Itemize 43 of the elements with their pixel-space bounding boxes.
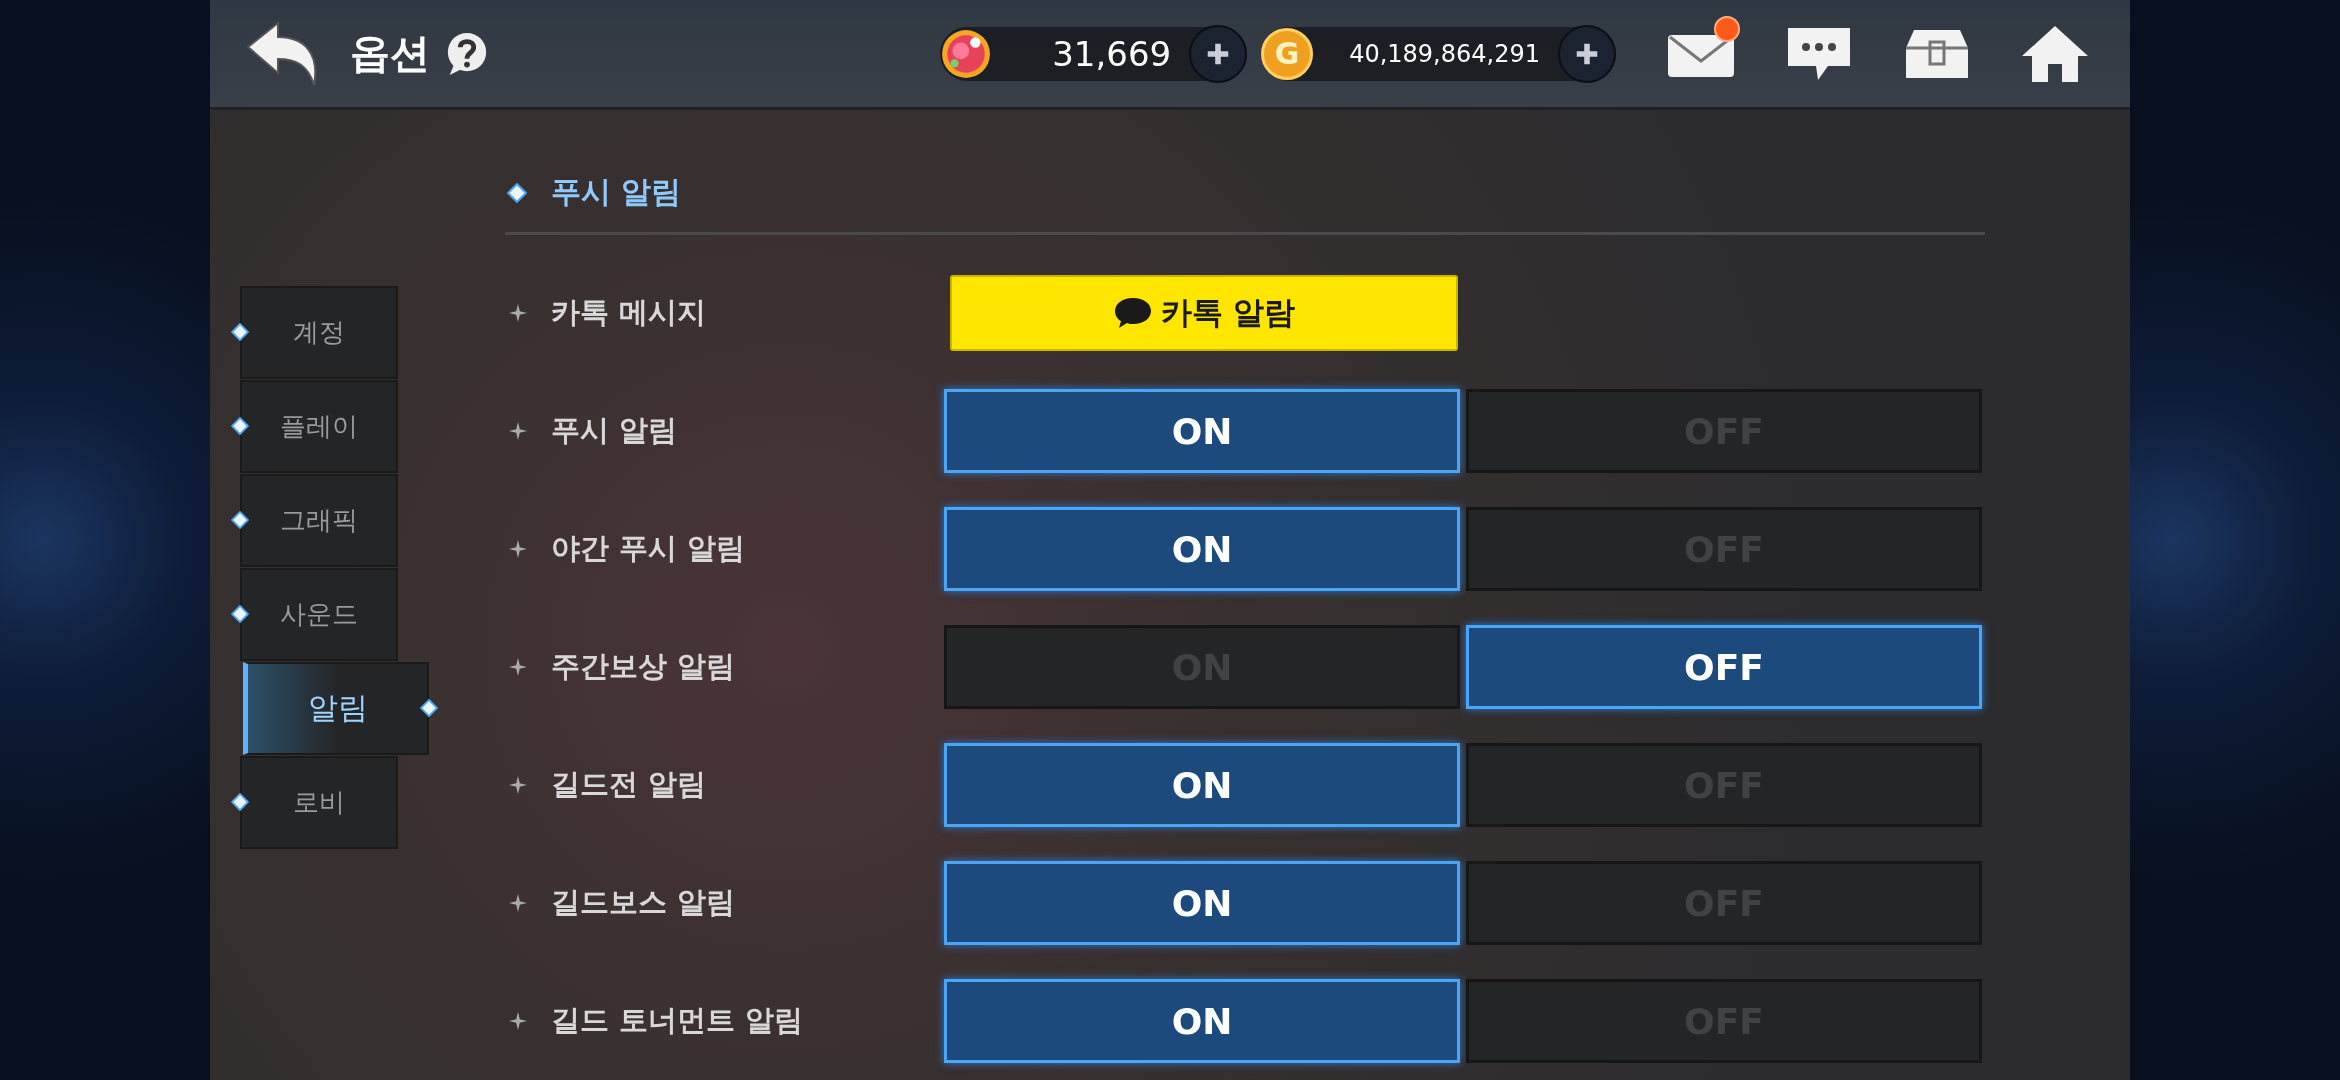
setting-label: 주간보상 알림 bbox=[551, 648, 737, 685]
screen-title: 옵션 bbox=[350, 29, 430, 78]
diamond-icon bbox=[507, 182, 527, 203]
off-button[interactable]: OFF bbox=[1466, 625, 1982, 709]
diamond-icon bbox=[231, 605, 249, 623]
sidebar-tab[interactable]: 계정 bbox=[240, 286, 398, 379]
sparkle-icon bbox=[509, 776, 527, 794]
diamond-icon bbox=[231, 323, 249, 341]
sparkle-icon bbox=[509, 1012, 527, 1030]
currency-amount: 40,189,864,291 bbox=[1348, 39, 1541, 68]
speech-bubble-icon bbox=[1112, 296, 1153, 330]
currency-amount: 31,669 bbox=[1051, 33, 1173, 74]
home-icon[interactable] bbox=[2020, 23, 2090, 84]
gem-icon bbox=[940, 27, 993, 80]
on-button[interactable]: ON bbox=[944, 979, 1460, 1063]
sparkle-icon bbox=[509, 540, 527, 558]
setting-label: 길드전 알림 bbox=[551, 766, 708, 803]
sparkle-icon bbox=[509, 422, 527, 440]
sidebar-tab[interactable]: 그래픽 bbox=[240, 474, 398, 567]
setting-label: 길드보스 알림 bbox=[551, 884, 737, 921]
sparkle-icon bbox=[509, 658, 527, 676]
diamond-icon bbox=[231, 793, 249, 811]
sidebar-tab[interactable]: 로비 bbox=[240, 756, 398, 849]
kakao-button[interactable]: 카톡 알람 bbox=[950, 275, 1458, 351]
setting-label: 푸시 알림 bbox=[551, 412, 679, 449]
section-title: 푸시 알림 bbox=[551, 173, 682, 211]
diamond-icon bbox=[420, 699, 438, 717]
diamond-icon bbox=[231, 417, 249, 435]
sidebar-tab[interactable]: 사운드 bbox=[240, 568, 398, 661]
on-button[interactable]: ON bbox=[944, 389, 1460, 473]
on-button[interactable]: ON bbox=[944, 861, 1460, 945]
diamond-icon bbox=[231, 511, 249, 529]
on-button[interactable]: ON bbox=[944, 743, 1460, 827]
setting-label: 야간 푸시 알림 bbox=[551, 530, 747, 567]
add-button[interactable] bbox=[1558, 24, 1616, 83]
sparkle-icon bbox=[509, 304, 527, 322]
sidebar-tab[interactable]: 알림 bbox=[243, 662, 429, 755]
coin-icon: G bbox=[1261, 27, 1314, 80]
sidebar-tab[interactable]: 플레이 bbox=[240, 380, 398, 473]
on-button[interactable]: ON bbox=[944, 507, 1460, 591]
setting-label: 길드 토너먼트 알림 bbox=[551, 1002, 805, 1039]
sparkle-icon bbox=[509, 894, 527, 912]
setting-label: 카톡 메시지 bbox=[551, 294, 708, 331]
